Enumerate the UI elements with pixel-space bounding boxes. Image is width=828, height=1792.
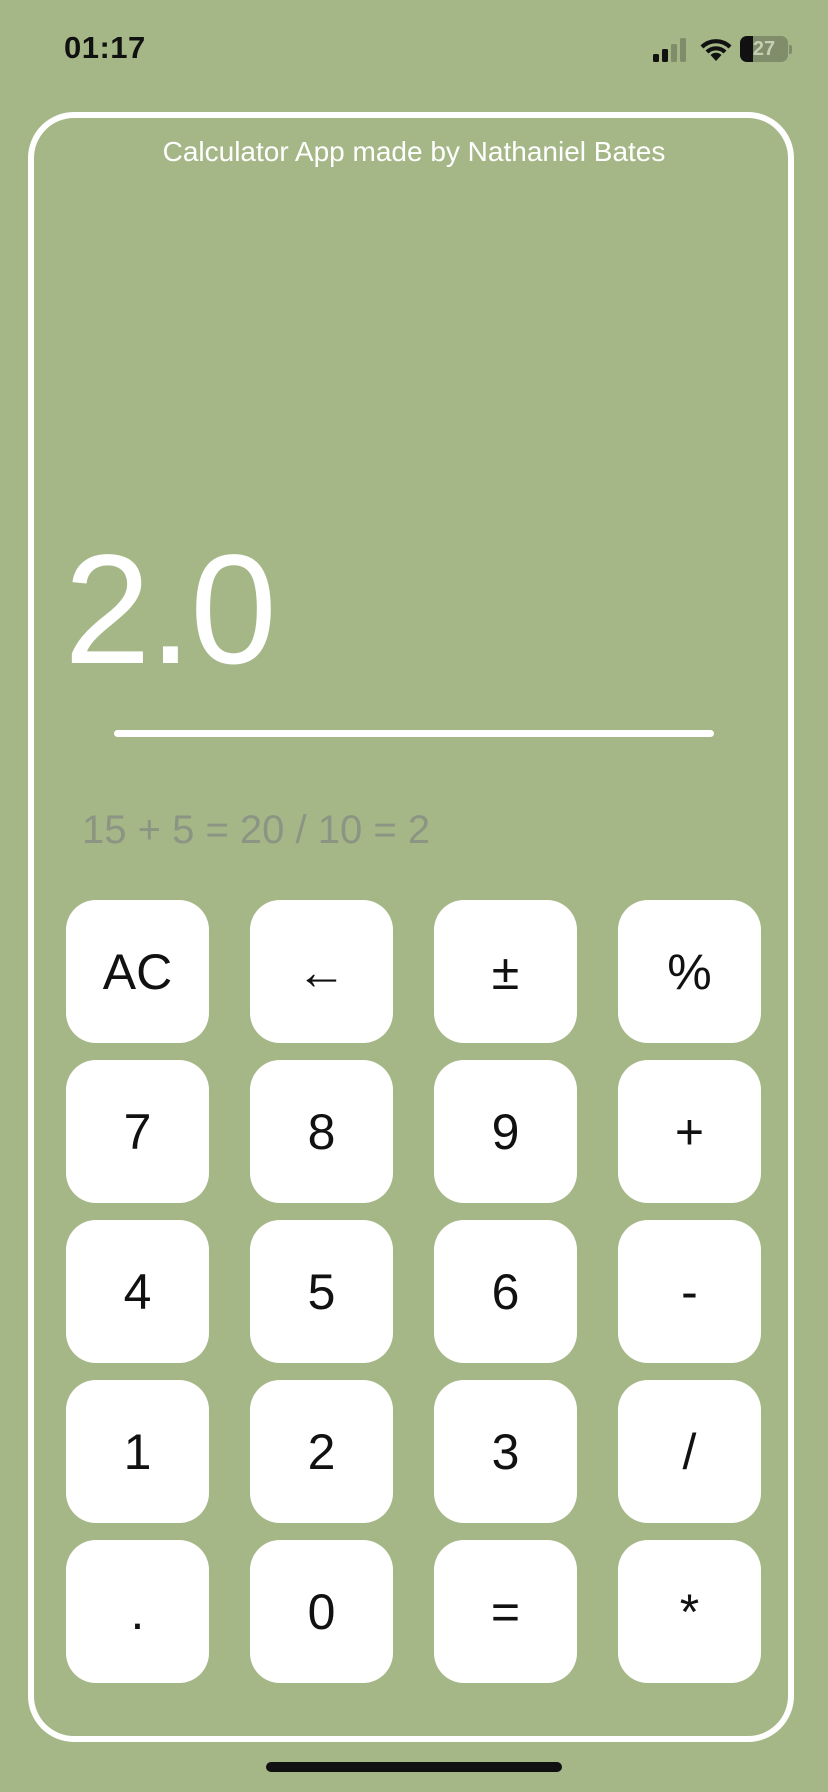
key-6-button[interactable]: 6 xyxy=(434,1220,577,1363)
key-add-button[interactable]: + xyxy=(618,1060,761,1203)
wifi-icon xyxy=(700,39,732,61)
battery-body: 27 xyxy=(740,36,788,62)
display-divider xyxy=(114,730,714,737)
key-3-button[interactable]: 3 xyxy=(434,1380,577,1523)
calculation-history: 15 + 5 = 20 / 10 = 2 xyxy=(82,808,431,852)
keypad: AC ← ±% 7 8 9 +4 5 6- 1 2 3 /. 0 = * xyxy=(66,900,762,1683)
battery-icon: 27 xyxy=(740,36,792,64)
status-time: 01:17 xyxy=(64,30,146,65)
key-2-button[interactable]: 2 xyxy=(250,1380,393,1523)
key-4-button[interactable]: 4 xyxy=(66,1220,209,1363)
battery-level: 27 xyxy=(752,38,776,60)
key-decimal-button[interactable]: . xyxy=(66,1540,209,1683)
key-equals-button[interactable]: = xyxy=(434,1540,577,1683)
key-multiply-button[interactable]: * xyxy=(618,1540,761,1683)
key-7-button[interactable]: 7 xyxy=(66,1060,209,1203)
key-all-clear-button[interactable]: AC xyxy=(66,900,209,1043)
app-title: Calculator App made by Nathaniel Bates xyxy=(162,136,666,167)
key-divide-button[interactable]: / xyxy=(618,1380,761,1523)
battery-cap xyxy=(789,45,792,54)
cellular-signal-icon xyxy=(653,38,686,62)
key-9-button[interactable]: 9 xyxy=(434,1060,577,1203)
key-8-button[interactable]: 8 xyxy=(250,1060,393,1203)
key-5-button[interactable]: 5 xyxy=(250,1220,393,1363)
key-plus-minus-button[interactable]: ± xyxy=(434,900,577,1043)
home-indicator[interactable] xyxy=(266,1762,562,1772)
key-1-button[interactable]: 1 xyxy=(66,1380,209,1523)
key-backspace-button[interactable]: ← xyxy=(250,900,393,1043)
result-display: 2.0 xyxy=(64,523,277,697)
key-0-button[interactable]: 0 xyxy=(250,1540,393,1683)
key-subtract-button[interactable]: - xyxy=(618,1220,761,1363)
key-percent-button[interactable]: % xyxy=(618,900,761,1043)
status-bar: 01:17 27 xyxy=(0,0,828,100)
